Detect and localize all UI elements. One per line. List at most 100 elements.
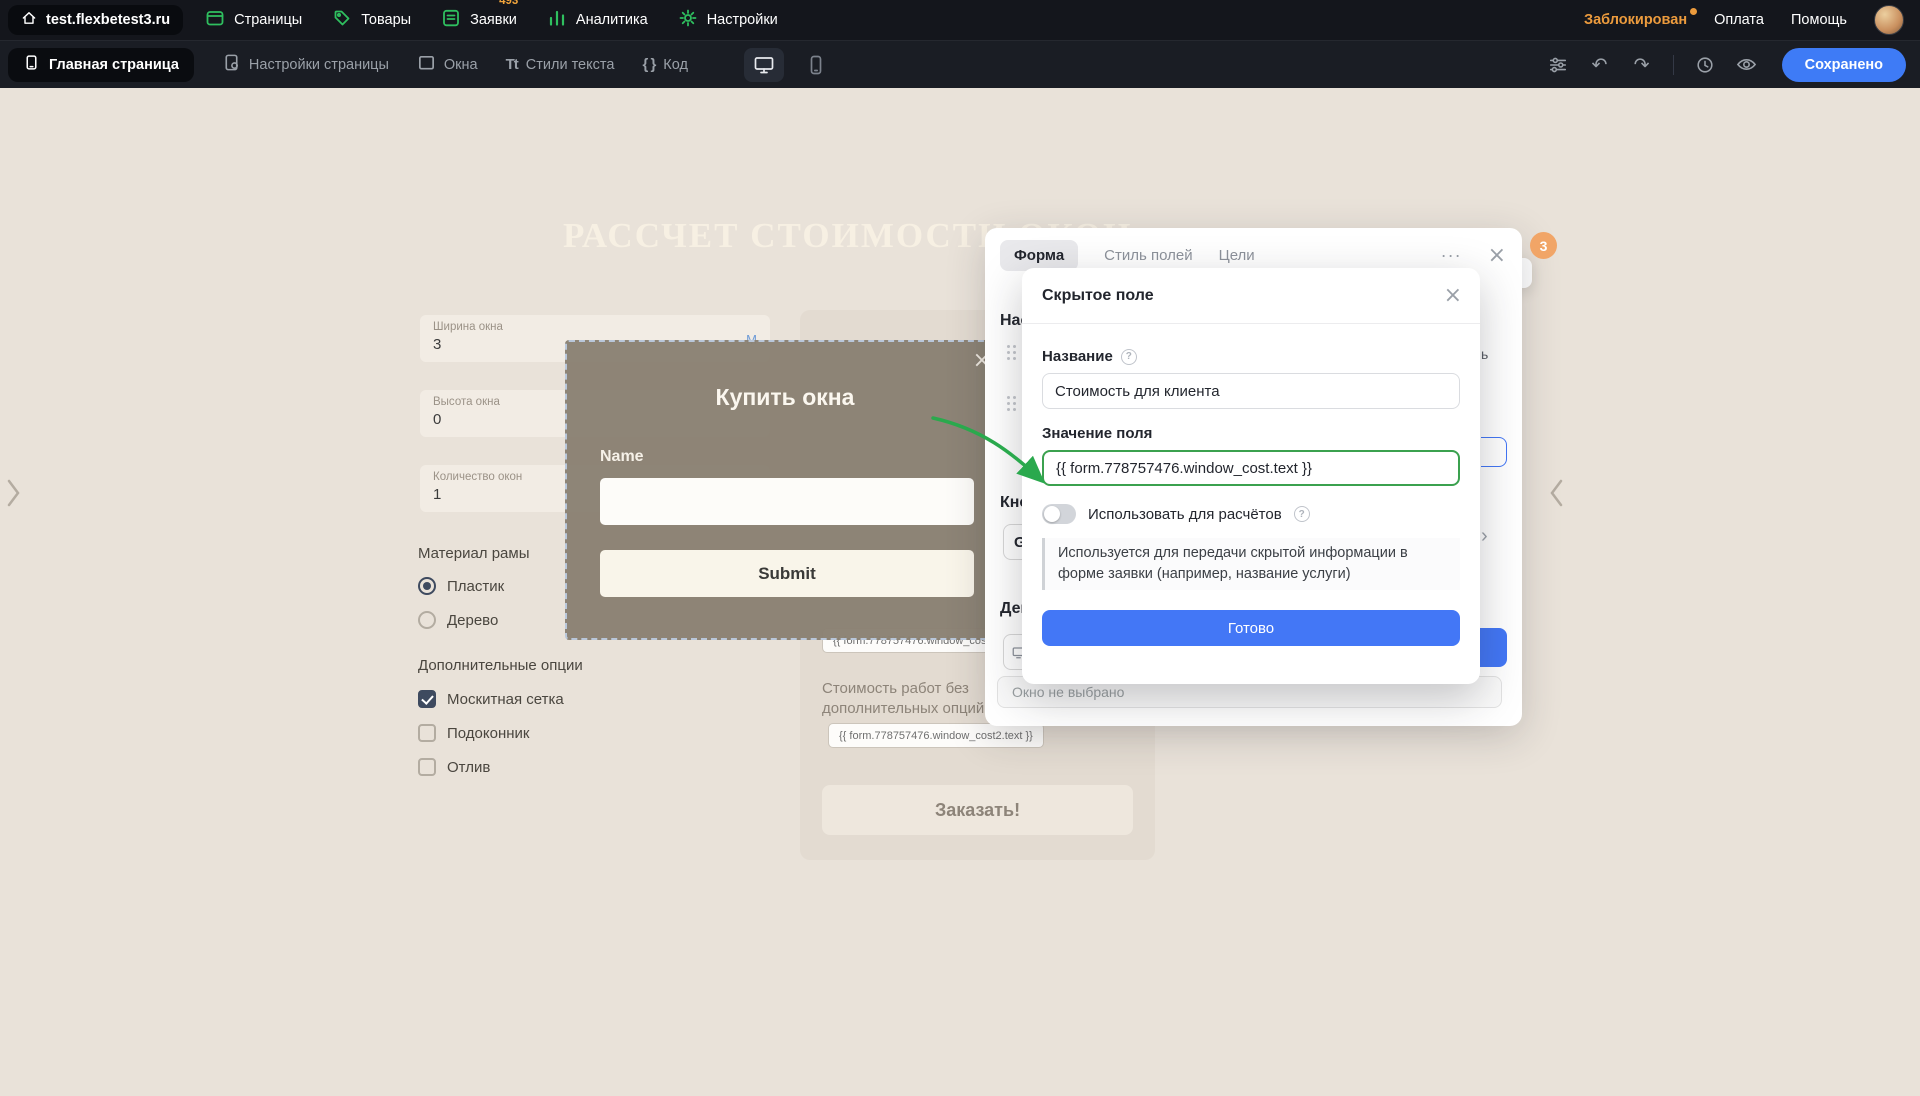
- windows-button[interactable]: Окна: [417, 53, 478, 76]
- nav-pages[interactable]: Страницы: [205, 8, 302, 32]
- nav-products[interactable]: Товары: [332, 8, 411, 32]
- done-button[interactable]: Готово: [1042, 610, 1460, 646]
- pages-icon: [205, 8, 225, 32]
- radio-plastic-label: Пластик: [447, 578, 504, 595]
- notification-badge[interactable]: 3: [1530, 232, 1557, 259]
- windows-label: Окна: [444, 57, 478, 73]
- radio-wood[interactable]: Дерево: [418, 611, 498, 629]
- panel-fragment-blue-outline[interactable]: [1481, 437, 1507, 467]
- nav-leads-label: Заявки: [470, 12, 517, 28]
- popup-name-label: Name: [600, 448, 644, 466]
- current-page-label: Главная страница: [49, 57, 179, 73]
- nav-settings-label: Настройки: [707, 12, 778, 28]
- home-icon: [21, 10, 37, 30]
- nav-analytics-label: Аналитика: [576, 12, 648, 28]
- checkbox-mosquito-net[interactable]: Москитная сетка: [418, 690, 564, 708]
- panel-menu-icon[interactable]: ···: [1441, 245, 1462, 266]
- topbar: test.flexbetest3.ru Страницы Товары 493 …: [0, 0, 1920, 40]
- blocked-status[interactable]: Заблокирован: [1584, 12, 1687, 28]
- site-label: test.flexbetest3.ru: [46, 12, 170, 28]
- page-settings-button[interactable]: Настройки страницы: [222, 53, 389, 76]
- dialog-header: Скрытое поле ×: [1022, 268, 1480, 324]
- field-name-label: Название: [1042, 348, 1113, 365]
- tab-form[interactable]: Форма: [1000, 240, 1078, 271]
- toolbar-divider: [1673, 55, 1674, 75]
- page-settings-label: Настройки страницы: [249, 57, 389, 73]
- checkbox-windowsill[interactable]: Подоконник: [418, 724, 529, 742]
- toolbar-right: ↶ ↷ Сохранено: [1541, 48, 1906, 82]
- undo-icon[interactable]: ↶: [1583, 48, 1617, 82]
- tab-field-styles[interactable]: Стиль полей: [1104, 247, 1192, 264]
- help-link[interactable]: Помощь: [1791, 12, 1847, 28]
- panel-fragment-letter: ь: [1481, 346, 1488, 362]
- site-button[interactable]: test.flexbetest3.ru: [8, 5, 183, 35]
- settings-gear-icon: [678, 8, 698, 32]
- checkbox-unchecked-icon: [418, 758, 436, 776]
- preview-eye-icon[interactable]: [1730, 48, 1764, 82]
- extras-section-label: Дополнительные опции: [418, 657, 583, 674]
- nav-settings[interactable]: Настройки: [678, 8, 778, 32]
- nav-products-label: Товары: [361, 12, 411, 28]
- radio-checked-icon: [418, 577, 436, 595]
- checkbox-checked-icon: [418, 690, 436, 708]
- window-icon: [417, 53, 436, 76]
- left-edge-chevron-icon[interactable]: [4, 478, 22, 513]
- material-section-label: Материал рамы: [418, 545, 529, 562]
- cost2-tag[interactable]: {{ form.778757476.window_cost2.text }}: [828, 723, 1044, 748]
- checkbox-drip-label: Отлив: [447, 759, 490, 776]
- desktop-view-button[interactable]: [744, 48, 784, 82]
- tune-icon[interactable]: [1541, 48, 1575, 82]
- topbar-right: Заблокирован Оплата Помощь: [1584, 5, 1904, 35]
- editor-toolbar: Главная страница Настройки страницы Окна…: [0, 40, 1920, 88]
- leads-count-badge: 493: [499, 0, 518, 7]
- popup-name-input[interactable]: [600, 478, 974, 525]
- nav-leads[interactable]: 493 Заявки: [441, 8, 517, 32]
- blocked-dot-icon: [1690, 8, 1697, 15]
- tab-goals[interactable]: Цели: [1219, 247, 1255, 264]
- text-styles-label: Стили текста: [526, 57, 615, 73]
- code-button[interactable]: { } Код: [642, 56, 688, 73]
- payment-link[interactable]: Оплата: [1714, 12, 1764, 28]
- field-value-input[interactable]: [1042, 450, 1460, 486]
- radio-wood-label: Дерево: [447, 612, 498, 629]
- calc-toggle[interactable]: [1042, 504, 1076, 524]
- help-icon[interactable]: ?: [1121, 349, 1137, 365]
- nav-analytics[interactable]: Аналитика: [547, 8, 648, 32]
- saved-button[interactable]: Сохранено: [1782, 48, 1906, 82]
- panel-fragment-blue-button[interactable]: [1480, 628, 1507, 667]
- checkbox-mosquito-label: Москитная сетка: [447, 691, 564, 708]
- calc-toggle-label: Использовать для расчётов: [1088, 506, 1282, 523]
- right-edge-chevron-icon[interactable]: [1548, 478, 1566, 513]
- current-page-button[interactable]: Главная страница: [8, 48, 194, 82]
- products-icon: [332, 8, 352, 32]
- dialog-close-icon[interactable]: ×: [1444, 283, 1462, 308]
- field-value-label: Значение поля: [1042, 425, 1152, 442]
- hidden-field-hint: Используется для передачи скрытой информ…: [1042, 538, 1460, 590]
- checkbox-unchecked-icon: [418, 724, 436, 742]
- buy-popup[interactable]: × Купить окна Name Submit: [565, 340, 1005, 640]
- mobile-view-button[interactable]: [796, 48, 836, 82]
- radio-plastic[interactable]: Пластик: [418, 577, 504, 595]
- width-field-label: Ширина окна: [433, 321, 757, 333]
- checkbox-windowsill-label: Подоконник: [447, 725, 529, 742]
- user-avatar[interactable]: [1874, 5, 1904, 35]
- page-icon: [23, 54, 40, 75]
- history-icon[interactable]: [1688, 48, 1722, 82]
- drag-handle-icon[interactable]: [1007, 396, 1017, 412]
- checkbox-drip[interactable]: Отлив: [418, 758, 490, 776]
- dialog-body: Название ? Значение поля Использовать дл…: [1022, 324, 1480, 646]
- leads-icon: [441, 8, 461, 32]
- field-name-input[interactable]: [1042, 373, 1460, 409]
- editor-canvas: РАССЧЕТ СТОИМОСТИ ОКОН Ширина окна 3 М В…: [0, 88, 1920, 1096]
- help-icon[interactable]: ?: [1294, 506, 1310, 522]
- panel-fragment-chevron-icon[interactable]: ›: [1481, 525, 1488, 548]
- panel-close-icon[interactable]: ×: [1488, 243, 1506, 268]
- analytics-icon: [547, 8, 567, 32]
- text-styles-button[interactable]: Tt Стили текста: [506, 56, 615, 73]
- order-button[interactable]: Заказать!: [822, 785, 1133, 835]
- code-label: Код: [663, 57, 688, 73]
- drag-handle-icon[interactable]: [1007, 345, 1017, 361]
- popup-submit-button[interactable]: Submit: [600, 550, 974, 597]
- redo-icon[interactable]: ↷: [1625, 48, 1659, 82]
- text-styles-icon: Tt: [506, 56, 518, 73]
